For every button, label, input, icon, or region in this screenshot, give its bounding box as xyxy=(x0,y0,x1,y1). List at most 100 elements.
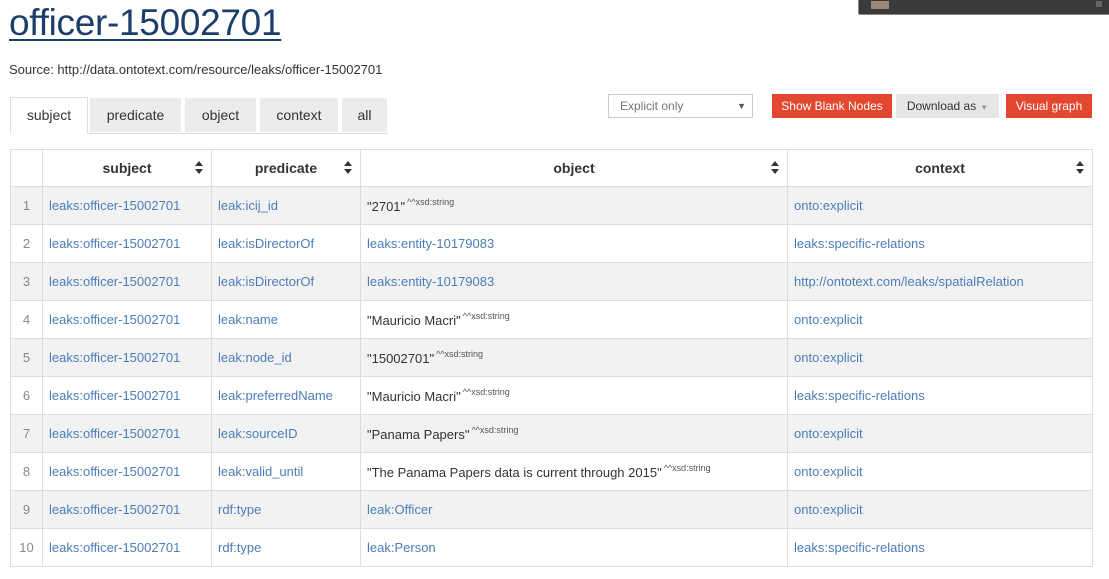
object-link[interactable]: leak:Person xyxy=(367,540,436,555)
subject-link[interactable]: leaks:officer-15002701 xyxy=(49,388,180,403)
context-link[interactable]: onto:explicit xyxy=(794,312,863,327)
context-link[interactable]: onto:explicit xyxy=(794,502,863,517)
subject-link[interactable]: leaks:officer-15002701 xyxy=(49,540,180,555)
tab-all[interactable]: all xyxy=(342,98,387,132)
row-number: 6 xyxy=(10,376,43,415)
subject-link[interactable]: leaks:officer-15002701 xyxy=(49,312,180,327)
subject-link[interactable]: leaks:officer-15002701 xyxy=(49,236,180,251)
context-cell: onto:explicit xyxy=(787,186,1093,225)
object-link[interactable]: leak:Officer xyxy=(367,502,433,517)
row-number: 9 xyxy=(10,490,43,529)
row-number: 1 xyxy=(10,186,43,225)
subject-link[interactable]: leaks:officer-15002701 xyxy=(49,426,180,441)
context-cell: http://ontotext.com/leaks/spatialRelatio… xyxy=(787,262,1093,301)
row-number: 10 xyxy=(10,528,43,567)
context-link[interactable]: onto:explicit xyxy=(794,350,863,365)
column-header-label: subject xyxy=(102,160,152,176)
table-row: 3 leaks:officer-15002701 leak:isDirectorOf… xyxy=(10,262,1093,301)
row-number: 2 xyxy=(10,224,43,263)
tab-context[interactable]: context xyxy=(260,98,338,132)
table-row: 5 leaks:officer-15002701 leak:node_id "1500… xyxy=(10,338,1093,377)
table-row: 4 leaks:officer-15002701 leak:name "Maurici… xyxy=(10,300,1093,339)
table-row: 6 leaks:officer-15002701 leak:preferredNam… xyxy=(10,376,1093,415)
predicate-cell: leak:name xyxy=(211,300,361,339)
subject-link[interactable]: leaks:officer-15002701 xyxy=(49,274,180,289)
predicate-cell: leak:isDirectorOf xyxy=(211,262,361,301)
subject-link[interactable]: leaks:officer-15002701 xyxy=(49,350,180,365)
row-number: 7 xyxy=(10,414,43,453)
predicate-cell: leak:sourceID xyxy=(211,414,361,453)
subject-link[interactable]: leaks:officer-15002701 xyxy=(49,198,180,213)
predicate-link[interactable]: rdf:type xyxy=(218,502,261,517)
predicate-cell: rdf:type xyxy=(211,528,361,567)
context-cell: onto:explicit xyxy=(787,300,1093,339)
object-cell: "15002701" ^^xsd:string xyxy=(360,338,788,377)
subject-link[interactable]: leaks:officer-15002701 xyxy=(49,464,180,479)
object-link[interactable]: leaks:entity-10179083 xyxy=(367,274,494,289)
object-literal: "Mauricio Macri" xyxy=(367,313,461,328)
datatype-label: ^^xsd:string xyxy=(471,425,519,435)
download-as-button[interactable]: Download as ▼ xyxy=(896,94,999,118)
predicate-link[interactable]: leak:sourceID xyxy=(218,426,297,441)
context-cell: leaks:specific-relations xyxy=(787,224,1093,263)
object-cell: leaks:entity-10179083 xyxy=(360,262,788,301)
predicate-link[interactable]: rdf:type xyxy=(218,540,261,555)
table-row: 8 leaks:officer-15002701 leak:valid_until "… xyxy=(10,452,1093,491)
object-literal: "2701" xyxy=(367,199,406,214)
context-link[interactable]: onto:explicit xyxy=(794,426,863,441)
datatype-label: ^^xsd:string xyxy=(663,463,711,473)
subject-link[interactable]: leaks:officer-15002701 xyxy=(49,502,180,517)
context-cell: leaks:specific-relations xyxy=(787,376,1093,415)
table-header-row: subject predicate object context xyxy=(10,149,1093,187)
object-cell: leak:Officer xyxy=(360,490,788,529)
context-link[interactable]: leaks:specific-relations xyxy=(794,388,925,403)
object-literal: "15002701" xyxy=(367,351,435,366)
predicate-link[interactable]: leak:name xyxy=(218,312,278,327)
predicate-link[interactable]: leak:preferredName xyxy=(218,388,333,403)
thumbnail-control xyxy=(1096,1,1102,7)
column-header-subject[interactable]: subject xyxy=(42,149,212,187)
column-header-predicate[interactable]: predicate xyxy=(211,149,361,187)
column-header-object[interactable]: object xyxy=(360,149,788,187)
predicate-cell: leak:isDirectorOf xyxy=(211,224,361,263)
subject-cell: leaks:officer-15002701 xyxy=(42,338,212,377)
predicate-cell: leak:node_id xyxy=(211,338,361,377)
column-header-label: predicate xyxy=(254,160,318,176)
window-thumbnail[interactable] xyxy=(858,0,1109,15)
show-blank-nodes-button[interactable]: Show Blank Nodes xyxy=(772,94,892,118)
datatype-label: ^^xsd:string xyxy=(436,349,484,359)
column-header-label: object xyxy=(553,160,595,176)
predicate-cell: leak:icij_id xyxy=(211,186,361,225)
object-link[interactable]: leaks:entity-10179083 xyxy=(367,236,494,251)
context-link[interactable]: onto:explicit xyxy=(794,464,863,479)
context-link[interactable]: http://ontotext.com/leaks/spatialRelatio… xyxy=(794,274,1024,289)
predicate-link[interactable]: leak:isDirectorOf xyxy=(218,274,314,289)
object-literal: "Mauricio Macri" xyxy=(367,389,461,404)
predicate-link[interactable]: leak:icij_id xyxy=(218,198,278,213)
column-header-context[interactable]: context xyxy=(787,149,1093,187)
page-title[interactable]: officer-15002701 xyxy=(9,2,282,44)
context-link[interactable]: onto:explicit xyxy=(794,198,863,213)
context-link[interactable]: leaks:specific-relations xyxy=(794,540,925,555)
predicate-link[interactable]: leak:node_id xyxy=(218,350,292,365)
object-literal: "The Panama Papers data is current throu… xyxy=(367,465,662,480)
predicate-link[interactable]: leak:valid_until xyxy=(218,464,303,479)
predicate-cell: leak:preferredName xyxy=(211,376,361,415)
context-link[interactable]: leaks:specific-relations xyxy=(794,236,925,251)
datatype-label: ^^xsd:string xyxy=(407,197,455,207)
tab-subject[interactable]: subject xyxy=(10,97,88,134)
tab-object[interactable]: object xyxy=(185,98,256,132)
inference-filter-select[interactable]: Explicit only ▼ xyxy=(608,94,753,118)
visual-graph-button[interactable]: Visual graph xyxy=(1006,94,1092,118)
table-row: 9 leaks:officer-15002701 rdf:type leak:Offi… xyxy=(10,490,1093,529)
predicate-link[interactable]: leak:isDirectorOf xyxy=(218,236,314,251)
table-row: 7 leaks:officer-15002701 leak:sourceID "Pan… xyxy=(10,414,1093,453)
tab-predicate[interactable]: predicate xyxy=(90,98,181,132)
datatype-label: ^^xsd:string xyxy=(462,387,510,397)
download-as-label: Download as xyxy=(906,99,977,113)
table-row: 2 leaks:officer-15002701 leak:isDirectorOf… xyxy=(10,224,1093,263)
context-cell: leaks:specific-relations xyxy=(787,528,1093,567)
filter-selected-value: Explicit only xyxy=(620,99,684,113)
context-cell: onto:explicit xyxy=(787,338,1093,377)
context-cell: onto:explicit xyxy=(787,490,1093,529)
